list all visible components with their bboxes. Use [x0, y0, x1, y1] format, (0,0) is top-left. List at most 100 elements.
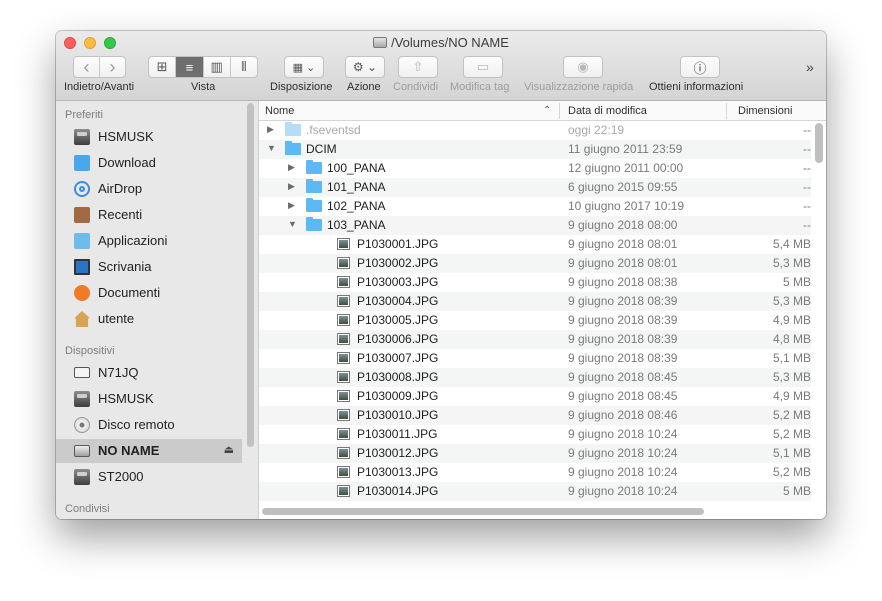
sidebar-item-scrivania[interactable]: Scrivania [56, 255, 242, 279]
file-date: 9 giugno 2018 10:24 [568, 446, 678, 460]
sidebar-item-label: Documenti [98, 285, 161, 300]
edit-tags-button[interactable]: ▭ [463, 56, 503, 78]
file-row[interactable]: P1030006.JPG 9 giugno 2018 08:39 4,8 MB [259, 330, 811, 349]
file-row[interactable]: P1030014.JPG 9 giugno 2018 10:24 5 MB [259, 482, 811, 501]
file-date: 9 giugno 2018 10:24 [568, 427, 678, 441]
back-forward-label: Indietro/Avanti [64, 81, 135, 93]
file-row[interactable]: P1030011.JPG 9 giugno 2018 10:24 5,2 MB [259, 425, 811, 444]
sidebar-item-documenti[interactable]: Documenti [56, 281, 242, 305]
get-info-button[interactable]: ⓘ [680, 56, 720, 78]
quick-look-button[interactable]: ◉ [563, 56, 603, 78]
file-row[interactable]: P1030012.JPG 9 giugno 2018 10:24 5,1 MB [259, 444, 811, 463]
sort-ascending-icon: ⌃ [543, 105, 552, 116]
folder-row[interactable]: ▼ 103_PANA 9 giugno 2018 08:00 -- [259, 216, 811, 235]
window-title-text: /Volumes/NO NAME [391, 35, 509, 50]
sidebar-scrollbar[interactable] [247, 103, 254, 447]
sidebar-item-hsmusk[interactable]: HSMUSK [56, 125, 242, 149]
column-divider[interactable] [726, 103, 727, 119]
sidebar-item-label: HSMUSK [98, 129, 154, 144]
folder-row[interactable]: ▶ 102_PANA 10 giugno 2017 10:19 -- [259, 197, 811, 216]
image-file-icon [337, 390, 350, 402]
file-row[interactable]: P1030010.JPG 9 giugno 2018 08:46 5,2 MB [259, 406, 811, 425]
sidebar-item-n71jq[interactable]: N71JQ [56, 361, 242, 385]
sidebar-item-utente[interactable]: utente [56, 307, 242, 331]
image-file-icon [337, 257, 350, 269]
sidebar-item-recenti[interactable]: Recenti [56, 203, 242, 227]
file-name: P1030014.JPG [357, 484, 439, 498]
folder-row[interactable]: ▶ .fseventsd oggi 22:19 -- [259, 121, 811, 140]
sidebar-item-st2000[interactable]: ST2000 [56, 465, 242, 489]
horizontal-scrollbar[interactable] [262, 508, 704, 515]
folder-row[interactable]: ▶ 100_PANA 12 giugno 2011 00:00 -- [259, 159, 811, 178]
sidebar-item-download[interactable]: Download [56, 151, 242, 175]
sidebar-item-disco-remoto[interactable]: Disco remoto [56, 413, 242, 437]
file-date: 11 giugno 2011 23:59 [568, 142, 683, 156]
drive-icon [74, 129, 90, 145]
disclosure-collapsed-icon[interactable]: ▶ [288, 181, 295, 192]
share-icon: ⇧ [412, 59, 424, 74]
disclosure-expanded-icon[interactable]: ▼ [267, 143, 276, 153]
sidebar-item-label: NO NAME [98, 443, 160, 458]
file-row[interactable]: P1030008.JPG 9 giugno 2018 08:45 5,3 MB [259, 368, 811, 387]
arrange-button[interactable]: ▦ ⌄ [284, 56, 324, 78]
column-header-date[interactable]: Data di modifica [568, 105, 647, 117]
file-name: 100_PANA [327, 161, 386, 175]
file-row[interactable]: P1030001.JPG 9 giugno 2018 08:01 5,4 MB [259, 235, 811, 254]
sidebar-item-label: utente [98, 311, 135, 326]
file-size: 5,3 MB [772, 256, 811, 270]
disclosure-collapsed-icon[interactable]: ▶ [267, 124, 274, 135]
file-date: 9 giugno 2018 08:00 [568, 218, 678, 232]
image-file-icon [337, 409, 350, 421]
disclosure-collapsed-icon[interactable]: ▶ [288, 200, 295, 211]
folder-row[interactable]: ▶ 101_PANA 6 giugno 2015 09:55 -- [259, 178, 811, 197]
eye-icon: ◉ [577, 59, 589, 74]
file-row[interactable]: P1030004.JPG 9 giugno 2018 08:39 5,3 MB [259, 292, 811, 311]
volume-icon [74, 445, 90, 457]
folder-icon [285, 122, 301, 136]
sidebar-item-airdrop[interactable]: AirDrop [56, 177, 242, 201]
gallery-view-icon[interactable]: ⫴ [231, 57, 257, 77]
sidebar-item-hsmusk-device[interactable]: HSMUSK [56, 387, 242, 411]
file-row[interactable]: P1030009.JPG 9 giugno 2018 08:45 4,9 MB [259, 387, 811, 406]
file-size: 5,3 MB [772, 370, 811, 384]
back-button[interactable]: ‹ [74, 57, 100, 77]
forward-button[interactable]: › [100, 57, 125, 77]
file-name: P1030002.JPG [357, 256, 439, 270]
column-view-icon[interactable]: ▥ [204, 57, 231, 77]
image-file-icon [337, 314, 350, 326]
list-view-icon[interactable]: ≡ [176, 57, 204, 77]
icon-view-icon[interactable]: ⊞ [149, 57, 177, 77]
sidebar-item-applicazioni[interactable]: Applicazioni [56, 229, 242, 253]
image-file-icon [337, 352, 350, 364]
quick-look-label: Visualizzazione rapida [524, 81, 634, 93]
disclosure-expanded-icon[interactable]: ▼ [288, 219, 297, 229]
file-name: P1030001.JPG [357, 237, 439, 251]
sidebar-item-label: HSMUSK [98, 391, 154, 406]
file-row[interactable]: P1030013.JPG 9 giugno 2018 10:24 5,2 MB [259, 463, 811, 482]
toolbar-overflow-button[interactable]: » [806, 59, 814, 75]
file-size: -- [803, 142, 811, 156]
file-date: 6 giugno 2015 09:55 [568, 180, 678, 194]
sidebar-item-label: Disco remoto [98, 417, 175, 432]
drive-icon [74, 469, 90, 485]
sidebar-item-label: Applicazioni [98, 233, 168, 248]
share-button[interactable]: ⇧ [398, 56, 438, 78]
action-button[interactable]: ⚙ ⌄ [345, 56, 385, 78]
file-row[interactable]: P1030007.JPG 9 giugno 2018 08:39 5,1 MB [259, 349, 811, 368]
arrange-icon: ▦ ⌄ [292, 61, 316, 74]
vertical-scrollbar[interactable] [815, 123, 823, 163]
column-header-size[interactable]: Dimensioni [738, 105, 792, 117]
file-row[interactable]: P1030005.JPG 9 giugno 2018 08:39 4,9 MB [259, 311, 811, 330]
folder-row[interactable]: ▼ DCIM 11 giugno 2011 23:59 -- [259, 140, 811, 159]
file-date: oggi 22:19 [568, 123, 625, 137]
column-divider[interactable] [559, 103, 560, 119]
toolbar: /Volumes/NO NAME ‹ › Indietro/Avanti ⊞ ≡… [56, 31, 826, 101]
disclosure-collapsed-icon[interactable]: ▶ [288, 162, 295, 173]
column-header-name[interactable]: Nome [265, 105, 294, 117]
arrange-label: Disposizione [270, 81, 333, 93]
sidebar-item-no-name[interactable]: NO NAME ⏏ [56, 439, 242, 463]
eject-icon[interactable]: ⏏ [224, 443, 234, 456]
file-row[interactable]: P1030003.JPG 9 giugno 2018 08:38 5 MB [259, 273, 811, 292]
back-forward-control: ‹ › [73, 56, 126, 78]
file-row[interactable]: P1030002.JPG 9 giugno 2018 08:01 5,3 MB [259, 254, 811, 273]
